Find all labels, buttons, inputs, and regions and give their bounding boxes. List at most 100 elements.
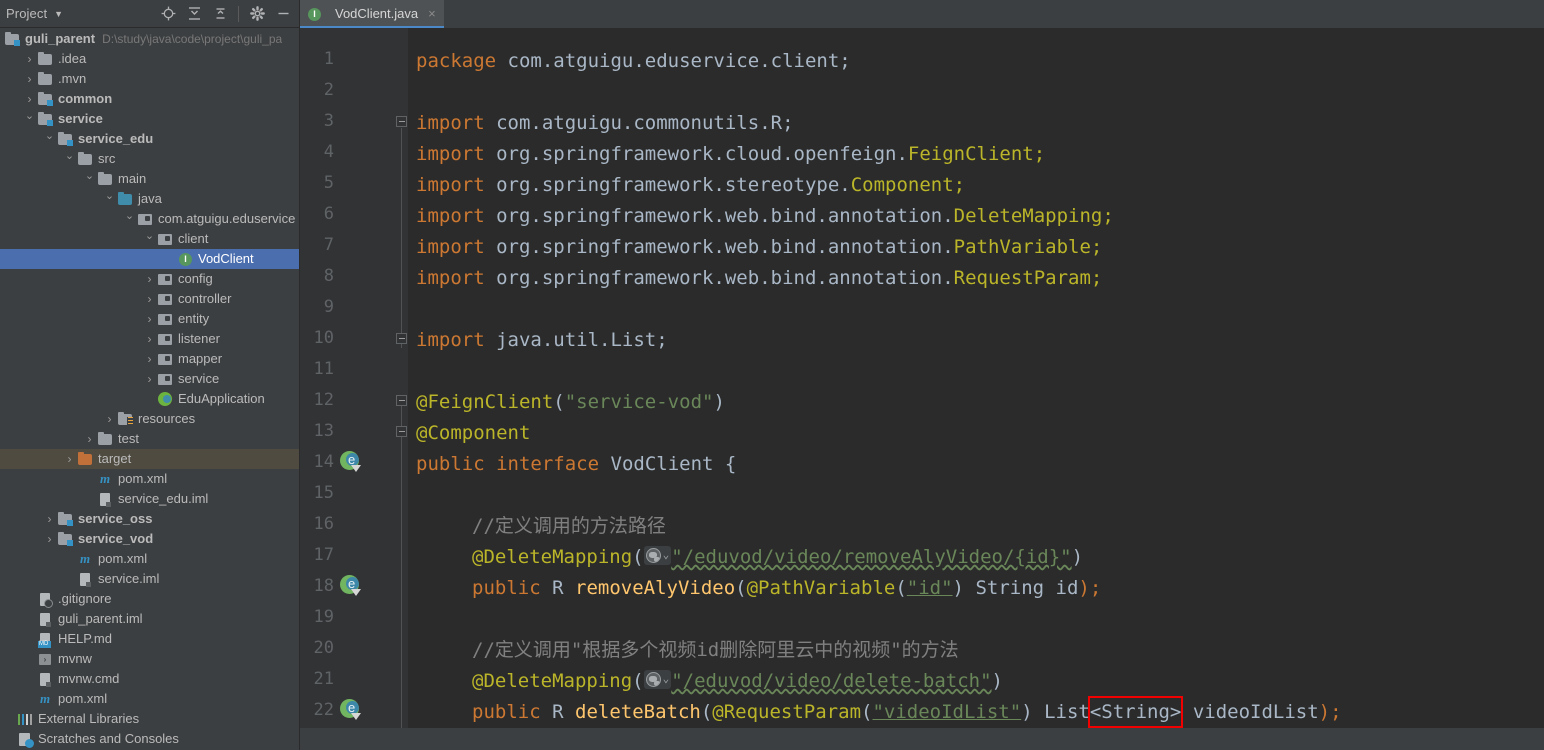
tree-node-label: service xyxy=(178,371,220,386)
tree-toggle-arrow-icon[interactable] xyxy=(64,453,75,465)
tree-node-entity[interactable]: entity xyxy=(0,309,299,329)
text-file-icon xyxy=(37,671,53,687)
tree-toggle-arrow-icon[interactable] xyxy=(144,273,155,285)
tree-node-pom-xml[interactable]: m pom.xml xyxy=(0,549,299,569)
tree-node-label: config xyxy=(178,271,213,286)
tree-node-service[interactable]: service xyxy=(0,369,299,389)
minimize-icon[interactable] xyxy=(271,2,295,26)
tree-toggle-arrow-icon[interactable] xyxy=(64,154,75,165)
expand-all-icon[interactable] xyxy=(182,2,206,26)
fold-toggle-icon[interactable] xyxy=(396,333,408,345)
close-icon[interactable]: × xyxy=(428,6,436,21)
line-number: 21 xyxy=(313,669,334,689)
tree-node-label: pom.xml xyxy=(58,691,108,706)
code-content[interactable]: package com.atguigu.eduservice.client; i… xyxy=(408,28,1544,750)
code-folding-strip[interactable] xyxy=(396,28,408,750)
tree-toggle-arrow-icon[interactable] xyxy=(24,73,35,85)
spring-bean-gutter-icon[interactable] xyxy=(340,699,361,720)
tree-node-client[interactable]: client xyxy=(0,229,299,249)
line-number: 12 xyxy=(313,390,334,410)
tree-node-guli-parent-iml[interactable]: guli_parent.iml xyxy=(0,609,299,629)
tree-toggle-arrow-icon[interactable] xyxy=(144,293,155,305)
tree-node-test[interactable]: test xyxy=(0,429,299,449)
tree-node-java[interactable]: java xyxy=(0,189,299,209)
tree-node-main[interactable]: main xyxy=(0,169,299,189)
tree-toggle-arrow-icon[interactable] xyxy=(24,114,35,125)
tree-toggle-arrow-icon[interactable] xyxy=(44,533,55,545)
tree-node-service-oss[interactable]: service_oss xyxy=(0,509,299,529)
tree-node-label: com.atguigu.eduservice xyxy=(158,211,296,226)
tree-node-vodclient[interactable]: I VodClient xyxy=(0,249,299,269)
tree-toggle-arrow-icon[interactable] xyxy=(44,134,55,145)
tree-node-mapper[interactable]: mapper xyxy=(0,349,299,369)
chevron-down-icon[interactable]: ⌄ xyxy=(663,549,670,560)
url-inlay-hint[interactable]: ⌄ xyxy=(643,546,672,565)
tree-node-help-md[interactable]: HELP.md xyxy=(0,629,299,649)
tree-toggle-arrow-icon[interactable] xyxy=(104,194,115,205)
tree-node-label: common xyxy=(58,91,113,106)
chevron-down-icon[interactable]: ⌄ xyxy=(663,673,670,684)
tree-node-root[interactable]: guli_parent D:\study\java\code\project\g… xyxy=(0,29,299,49)
tree-node-service-iml[interactable]: service.iml xyxy=(0,569,299,589)
tree-node-pom-xml[interactable]: m pom.xml xyxy=(0,469,299,489)
tree-toggle-arrow-icon[interactable] xyxy=(84,174,95,185)
tree-node-config[interactable]: config xyxy=(0,269,299,289)
url-inlay-hint[interactable]: ⌄ xyxy=(643,670,672,689)
excluded-folder-icon xyxy=(77,451,93,467)
chevron-down-icon[interactable]: ▼ xyxy=(54,9,63,19)
line-number: 3 xyxy=(323,111,334,131)
comment-text: //定义调用的方法路径 xyxy=(472,515,666,537)
tree-toggle-arrow-icon[interactable] xyxy=(124,214,135,225)
tree-node-mvnw-cmd[interactable]: mvnw.cmd xyxy=(0,669,299,689)
maven-pom-icon: m xyxy=(79,551,91,566)
spring-bean-gutter-icon[interactable] xyxy=(340,575,361,596)
tree-toggle-arrow-icon[interactable] xyxy=(24,53,35,65)
tree-node-common[interactable]: common xyxy=(0,89,299,109)
maven-pom-icon: m xyxy=(99,471,111,486)
tree-toggle-arrow-icon[interactable] xyxy=(144,353,155,365)
fold-toggle-icon[interactable] xyxy=(396,426,408,438)
tree-node-controller[interactable]: controller xyxy=(0,289,299,309)
tree-node-pom-xml[interactable]: m pom.xml xyxy=(0,689,299,709)
tab-vodclient-java[interactable]: I VodClient.java × xyxy=(300,0,444,28)
spring-bean-gutter-icon[interactable] xyxy=(340,451,361,472)
tree-node-mvn[interactable]: .mvn xyxy=(0,69,299,89)
tree-node-eduapplication[interactable]: EduApplication xyxy=(0,389,299,409)
tree-toggle-arrow-icon[interactable] xyxy=(84,433,95,445)
mapping-url-2[interactable]: "/eduvod/video/delete-batch" xyxy=(671,670,991,692)
tree-node-external-libraries[interactable]: External Libraries xyxy=(0,709,299,729)
tree-node-listener[interactable]: listener xyxy=(0,329,299,349)
tree-node-target[interactable]: target xyxy=(0,449,299,469)
tree-node-service-vod[interactable]: service_vod xyxy=(0,529,299,549)
locate-in-tree-icon[interactable] xyxy=(156,2,180,26)
tree-toggle-arrow-icon[interactable] xyxy=(144,234,155,245)
settings-gear-icon[interactable] xyxy=(245,2,269,26)
tree-node-mvnw[interactable]: › mvnw xyxy=(0,649,299,669)
tree-toggle-arrow-icon[interactable] xyxy=(24,93,35,105)
tree-toggle-arrow-icon[interactable] xyxy=(144,313,155,325)
collapse-all-icon[interactable] xyxy=(208,2,232,26)
tree-node-idea[interactable]: .idea xyxy=(0,49,299,69)
tree-node-service-edu[interactable]: service_edu xyxy=(0,129,299,149)
tree-node-resources[interactable]: resources xyxy=(0,409,299,429)
project-tree[interactable]: guli_parent D:\study\java\code\project\g… xyxy=(0,28,299,750)
tree-toggle-arrow-icon[interactable] xyxy=(44,513,55,525)
generic-type-text: <String> xyxy=(1089,701,1182,723)
tree-node-gitignore[interactable]: .gitignore xyxy=(0,589,299,609)
tree-toggle-arrow-icon[interactable] xyxy=(104,413,115,425)
tree-node-com-atguigu-eduservice[interactable]: com.atguigu.eduservice xyxy=(0,209,299,229)
fold-toggle-icon[interactable] xyxy=(396,395,408,407)
tree-node-scratches-and-consoles[interactable]: Scratches and Consoles xyxy=(0,729,299,749)
tree-toggle-arrow-icon[interactable] xyxy=(144,373,155,385)
tree-node-service-edu-iml[interactable]: service_edu.iml xyxy=(0,489,299,509)
fold-toggle-icon[interactable] xyxy=(396,116,408,128)
mapping-url-1[interactable]: "/eduvod/video/removeAlyVideo/{id}" xyxy=(671,546,1071,568)
project-tool-window: Project ▼ guli_parent D:\study\java\code… xyxy=(0,0,300,750)
editor-gutter[interactable]: 123456789101112131415161718192021222324 xyxy=(300,28,408,750)
tree-node-label: .mvn xyxy=(58,71,87,86)
tree-toggle-arrow-icon[interactable] xyxy=(144,333,155,345)
code-editor[interactable]: 123456789101112131415161718192021222324 … xyxy=(300,28,1544,750)
tree-node-service[interactable]: service xyxy=(0,109,299,129)
tree-node-src[interactable]: src xyxy=(0,149,299,169)
folder-module-icon xyxy=(4,31,20,47)
